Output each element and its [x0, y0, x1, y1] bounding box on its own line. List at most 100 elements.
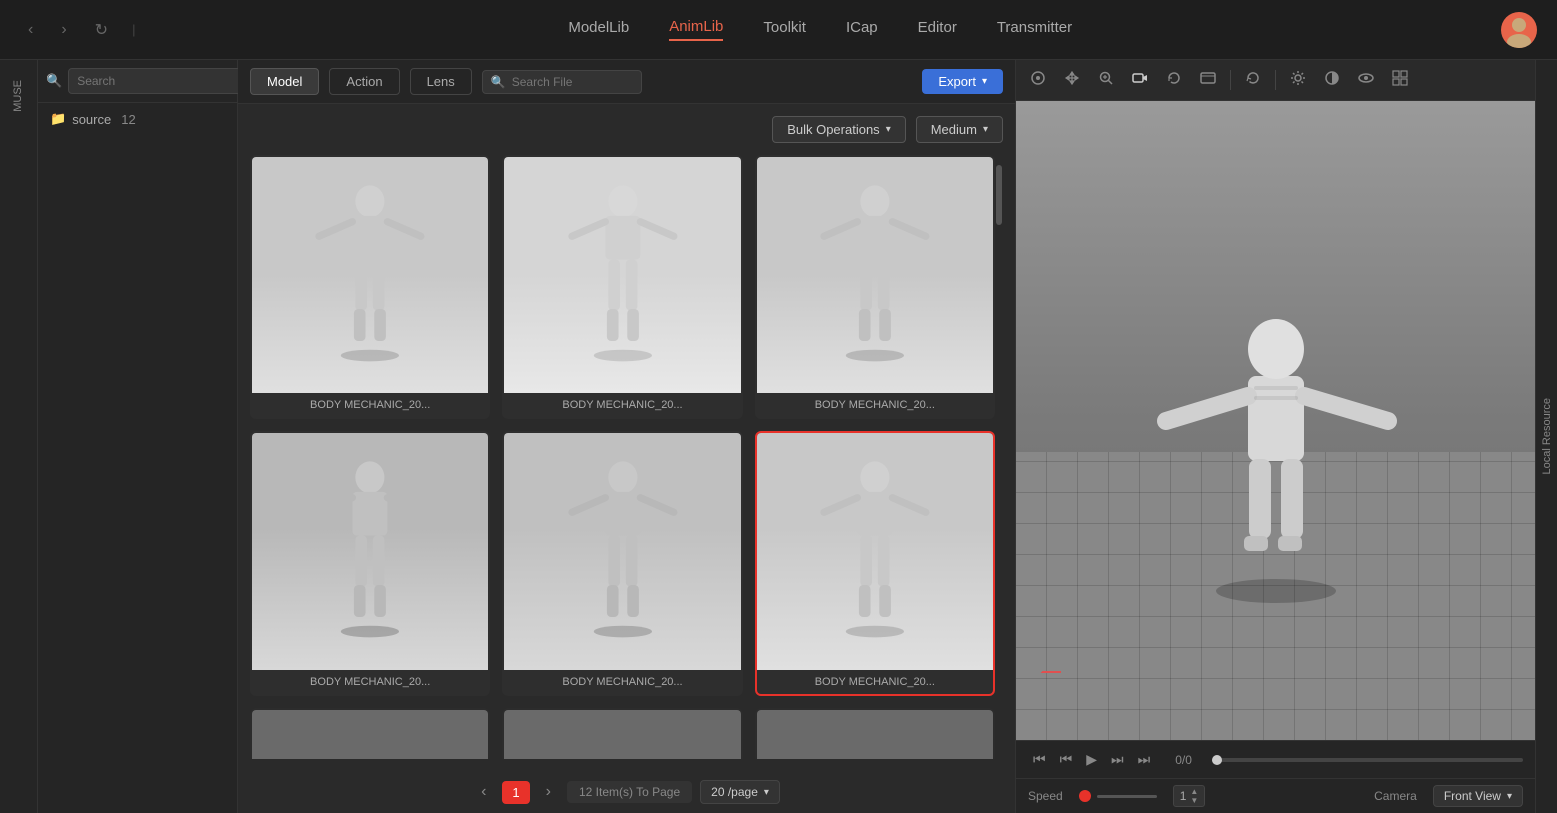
content-main: Bulk Operations ▾ Medium ▾	[238, 104, 1015, 771]
vp-rotate-button[interactable]	[1160, 66, 1188, 94]
speed-dot	[1079, 790, 1091, 802]
grid-item-1[interactable]: BODY MECHANIC_20...	[250, 155, 490, 419]
vp-video-button[interactable]	[1194, 66, 1222, 94]
bulk-operations-button[interactable]: Bulk Operations ▾	[772, 116, 906, 143]
search-input[interactable]	[68, 68, 241, 94]
skip-start-button[interactable]: ⏮	[1028, 749, 1051, 770]
grid-item-label-1: BODY MECHANIC_20...	[252, 393, 488, 417]
vp-reset-button[interactable]	[1239, 66, 1267, 94]
local-resource-sidebar[interactable]: Local Resource	[1535, 60, 1557, 813]
viewport-canvas[interactable]	[1016, 101, 1535, 740]
content-toolbar: Model Action Lens 🔍 Export ▾	[238, 60, 1015, 104]
search-file-input[interactable]	[512, 75, 622, 89]
muse-tab[interactable]: MUSE	[6, 70, 32, 122]
speed-value: 1 ▲ ▼	[1173, 785, 1206, 807]
speed-up[interactable]: ▲	[1190, 787, 1198, 796]
grid-item-4[interactable]: BODY MECHANIC_20...	[250, 431, 490, 695]
viewport-bottom: ⏮ ⏮ ▶ ⏭ ⏭ 0/0	[1016, 740, 1535, 778]
medium-dropdown-icon: ▾	[983, 124, 988, 135]
folder-icon: 📁	[50, 111, 66, 127]
grid-item-label-5: BODY MECHANIC_20...	[504, 670, 740, 694]
next-frame-button[interactable]: ⏭	[1106, 749, 1129, 770]
user-avatar[interactable]	[1501, 12, 1537, 48]
viewport-toolbar	[1016, 60, 1535, 101]
top-nav: ModelLib AnimLib Toolkit ICap Editor Tra…	[568, 18, 1072, 41]
grid-item-7[interactable]	[250, 708, 490, 759]
content-area: Model Action Lens 🔍 Export ▾ Bulk Operat…	[238, 60, 1015, 813]
camera-label: Camera	[1374, 789, 1417, 803]
scroll-bar[interactable]	[995, 155, 1003, 759]
top-bar-right	[1501, 12, 1537, 48]
grid-item-label-6: BODY MECHANIC_20...	[757, 670, 993, 694]
grid-item-label-3: BODY MECHANIC_20...	[757, 393, 993, 417]
medium-button[interactable]: Medium ▾	[916, 116, 1003, 143]
page-info: 12 Item(s) To Page	[567, 781, 692, 803]
vp-zoomin-button[interactable]	[1092, 66, 1120, 94]
speed-slider[interactable]	[1079, 790, 1157, 802]
per-page-select[interactable]: 20 /page ▾	[700, 780, 780, 804]
back-arrow[interactable]: ‹	[20, 17, 41, 43]
grid-item-image-9	[757, 710, 993, 759]
grid-item-image-1	[252, 157, 488, 393]
grid-item-image-5	[504, 433, 740, 669]
timeline-bar[interactable]	[1212, 758, 1523, 762]
folder-count: 12	[121, 112, 135, 127]
forward-arrow[interactable]: ›	[53, 17, 74, 43]
bulk-ops-dropdown-icon: ▾	[886, 124, 891, 135]
export-button[interactable]: Export ▾	[922, 69, 1003, 94]
refresh-button[interactable]: ↻	[87, 16, 116, 44]
scroll-thumb[interactable]	[996, 165, 1002, 225]
grid-item-5[interactable]: BODY MECHANIC_20...	[502, 431, 742, 695]
vp-move-button[interactable]	[1058, 66, 1086, 94]
folder-name: source	[72, 112, 111, 127]
file-panel: 🔍 ◄ 📁 source 12	[38, 60, 238, 813]
vp-eye-button[interactable]	[1352, 66, 1380, 94]
nav-editor[interactable]: Editor	[918, 19, 957, 40]
next-page-arrow[interactable]: ›	[538, 779, 559, 805]
skip-end-button[interactable]: ⏭	[1133, 749, 1156, 770]
grid-item-3[interactable]: BODY MECHANIC_20...	[755, 155, 995, 419]
camera-select[interactable]: Front View ▾	[1433, 785, 1523, 807]
viewport-settings: Speed 1 ▲ ▼ Camera Front View ▾	[1016, 778, 1535, 813]
camera-view-label: Front View	[1444, 789, 1501, 803]
frame-display: 0/0	[1167, 751, 1200, 769]
grid-item-2[interactable]: BODY MECHANIC_20...	[502, 155, 742, 419]
nav-toolkit[interactable]: Toolkit	[763, 19, 806, 40]
vp-contrast-button[interactable]	[1318, 66, 1346, 94]
nav-transmitter[interactable]: Transmitter	[997, 19, 1072, 40]
nav-icap[interactable]: ICap	[846, 19, 878, 40]
viewport-3d	[1016, 101, 1535, 740]
grid-item-9[interactable]	[755, 708, 995, 759]
coord-indicator	[1036, 647, 1066, 680]
top-bar: ‹ › ↻ | ModelLib AnimLib Toolkit ICap Ed…	[0, 0, 1557, 60]
tab-model[interactable]: Model	[250, 68, 319, 95]
separator: |	[132, 22, 135, 37]
nav-animlib[interactable]: AnimLib	[669, 18, 723, 41]
search-file-icon: 🔍	[491, 75, 506, 89]
local-resource-label: Local Resource	[1535, 382, 1557, 490]
folder-source[interactable]: 📁 source 12	[38, 103, 237, 135]
grid-item-image-2	[504, 157, 740, 393]
current-page-button[interactable]: 1	[502, 781, 529, 804]
vp-camera-button[interactable]	[1126, 66, 1154, 94]
prev-frame-button[interactable]: ⏮	[1055, 749, 1078, 770]
tab-lens[interactable]: Lens	[410, 68, 472, 95]
vp-target-button[interactable]	[1024, 66, 1052, 94]
speed-down[interactable]: ▼	[1190, 796, 1198, 805]
export-dropdown-arrow: ▾	[982, 76, 987, 87]
nav-modellib[interactable]: ModelLib	[568, 19, 629, 40]
timeline-thumb[interactable]	[1212, 755, 1222, 765]
vp-sun-button[interactable]	[1284, 66, 1312, 94]
speed-track[interactable]	[1097, 795, 1157, 798]
vp-grid-button[interactable]	[1386, 66, 1414, 94]
grid-item-image-3	[757, 157, 993, 393]
viewport-panel: ⏮ ⏮ ▶ ⏭ ⏭ 0/0 Speed 1 ▲ ▼	[1015, 60, 1535, 813]
speed-stepper[interactable]: ▲ ▼	[1190, 787, 1198, 805]
grid-container: BODY MECHANIC_20...	[250, 155, 995, 759]
prev-page-arrow[interactable]: ‹	[473, 779, 494, 805]
play-button[interactable]: ▶	[1081, 749, 1102, 770]
tab-action[interactable]: Action	[329, 68, 399, 95]
grid-item-8[interactable]	[502, 708, 742, 759]
grid-item-6[interactable]: BODY MECHANIC_20...	[755, 431, 995, 695]
per-page-dropdown-icon: ▾	[764, 787, 769, 798]
